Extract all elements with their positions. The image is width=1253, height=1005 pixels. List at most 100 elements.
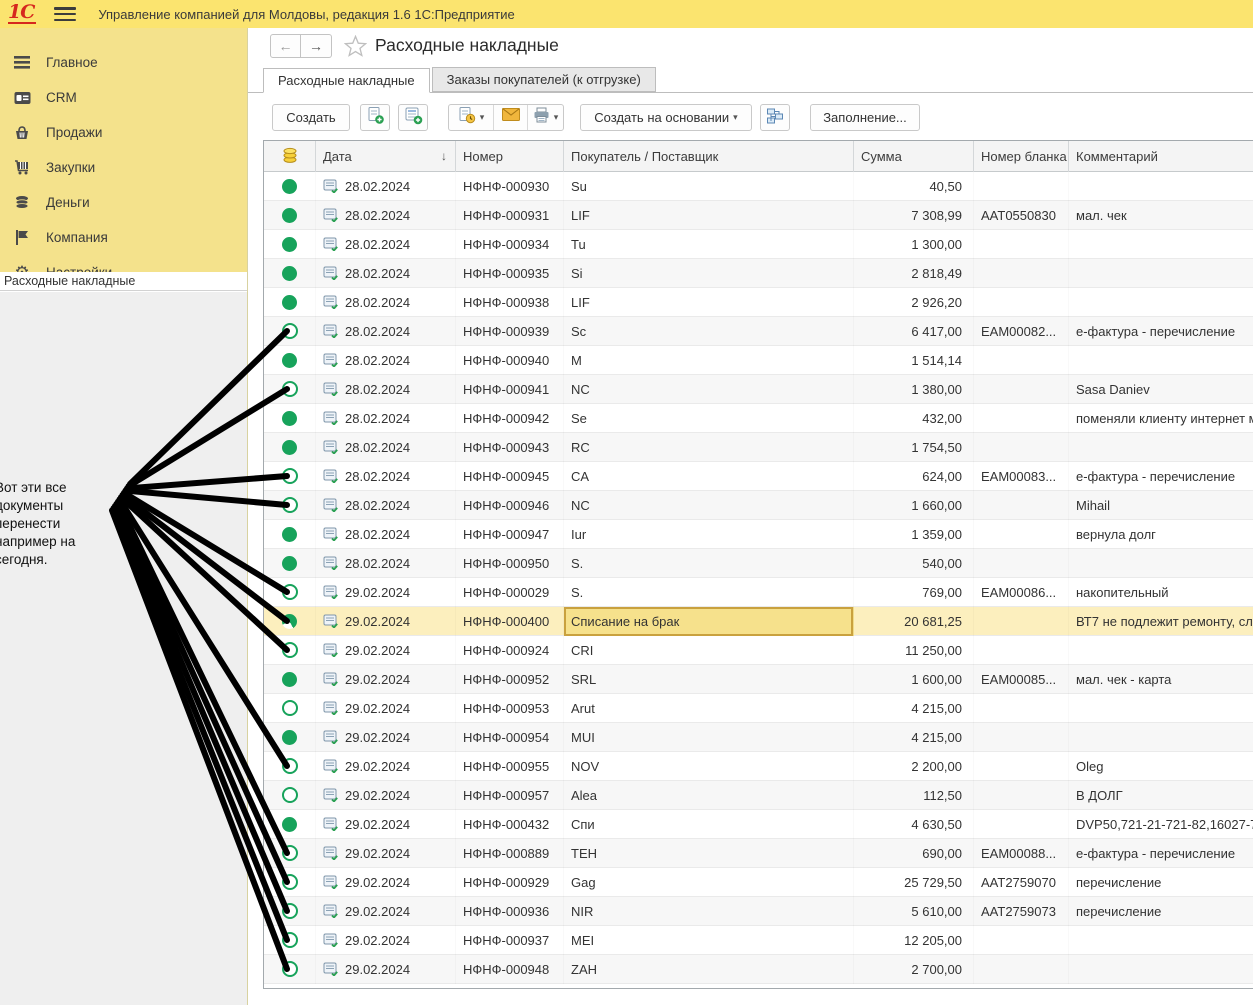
table-row[interactable]: 28.02.2024НФНФ-000940M1 514,14: [264, 346, 1253, 375]
create-group-button[interactable]: [398, 104, 428, 131]
send-email-button[interactable]: [493, 105, 527, 130]
buyer-cell: Si: [564, 259, 854, 288]
table-row[interactable]: 28.02.2024НФНФ-000950S.540,00: [264, 549, 1253, 578]
table-row[interactable]: 28.02.2024НФНФ-000931LIF7 308,99AAT05508…: [264, 201, 1253, 230]
header-comment[interactable]: Комментарий: [1069, 141, 1253, 172]
sum-cell: 2 700,00: [854, 955, 974, 984]
number-cell: НФНФ-000943: [456, 433, 564, 462]
copy-document-button[interactable]: [360, 104, 390, 131]
number-cell: НФНФ-000029: [456, 578, 564, 607]
buyer-cell: MEI: [564, 926, 854, 955]
back-button[interactable]: ←: [270, 34, 301, 58]
comment-cell: [1069, 433, 1253, 462]
header-sum[interactable]: Сумма: [854, 141, 974, 172]
document-icon: [323, 498, 339, 512]
number-cell: НФНФ-000945: [456, 462, 564, 491]
table-row[interactable]: 28.02.2024НФНФ-000942Se432,00поменяли кл…: [264, 404, 1253, 433]
sidebar-item-kompaniya[interactable]: Компания: [0, 220, 248, 255]
status-cell: [264, 607, 316, 636]
print-button[interactable]: ▾: [527, 105, 563, 130]
related-documents-button[interactable]: [760, 104, 790, 131]
number-cell: НФНФ-000889: [456, 839, 564, 868]
structure-icon: [766, 107, 784, 128]
create-button[interactable]: Создать: [272, 104, 350, 131]
table-row[interactable]: 29.02.2024НФНФ-000953Arut4 215,00: [264, 694, 1253, 723]
table-row[interactable]: 29.02.2024НФНФ-000948ZAHɜ2 700,00: [264, 955, 1253, 984]
document-icon: [323, 295, 339, 309]
sum-cell: 2 818,49: [854, 259, 974, 288]
table-row[interactable]: 29.02.2024НФНФ-000954MUI4 215,00: [264, 723, 1253, 752]
table-row[interactable]: 29.02.2024НФНФ-000432Спи4 630,50DVP50,72…: [264, 810, 1253, 839]
table-row[interactable]: 28.02.2024НФНФ-000941NC1 380,00Sasa Dani…: [264, 375, 1253, 404]
comment-cell: [1069, 549, 1253, 578]
table-row[interactable]: 29.02.2024НФНФ-000955NOV2 200,00Oleg: [264, 752, 1253, 781]
sidebar-item-glavnoe[interactable]: Главное: [0, 45, 248, 80]
header-date[interactable]: Дата ↓: [316, 141, 456, 172]
sum-cell: 4 215,00: [854, 723, 974, 752]
fill-button[interactable]: Заполнение...: [810, 104, 920, 131]
document-icon: [323, 382, 339, 396]
left-panel-background: [0, 292, 247, 1005]
open-window-item[interactable]: Расходные накладные: [0, 272, 247, 291]
table-row[interactable]: 28.02.2024НФНФ-000947Iur1 359,00вернула …: [264, 520, 1253, 549]
navigation-row: ← → Расходные накладные: [248, 28, 1253, 68]
table-row[interactable]: 28.02.2024НФНФ-000935Si2 818,49: [264, 259, 1253, 288]
tab-rashodnye-nakladnye[interactable]: Расходные накладные: [263, 68, 430, 93]
comment-cell: [1069, 259, 1253, 288]
status-cell: [264, 810, 316, 839]
postpone-document-button[interactable]: ▾: [449, 105, 493, 130]
blank-number-cell: [974, 810, 1069, 839]
main-menu-icon[interactable]: [54, 7, 76, 21]
buyer-cell: Su: [564, 172, 854, 201]
sum-cell: 7 308,99: [854, 201, 974, 230]
document-icon: [323, 643, 339, 657]
table-row[interactable]: 29.02.2024НФНФ-000924CRI11 250,00: [264, 636, 1253, 665]
table-row[interactable]: 29.02.2024НФНФ-000952SRL1 600,00EAM00085…: [264, 665, 1253, 694]
table-row[interactable]: 28.02.2024НФНФ-000938LIF2 926,20: [264, 288, 1253, 317]
sidebar-item-prodazhi[interactable]: Продажи: [0, 115, 248, 150]
table-row[interactable]: 29.02.2024НФНФ-000400Списание на брак20 …: [264, 607, 1253, 636]
header-number[interactable]: Номер: [456, 141, 564, 172]
buyer-cell: CRI: [564, 636, 854, 665]
posted-status-icon: [282, 179, 297, 194]
date-cell: 29.02.2024: [316, 781, 456, 810]
table-row[interactable]: 29.02.2024НФНФ-000029S.769,00EAM00086...…: [264, 578, 1253, 607]
posted-status-icon: [282, 208, 297, 223]
sidebar-item-zakupki[interactable]: Закупки: [0, 150, 248, 185]
envelope-icon: [502, 108, 520, 126]
document-icon: [323, 440, 339, 454]
number-cell: НФНФ-000936: [456, 897, 564, 926]
sum-cell: 11 250,00: [854, 636, 974, 665]
table-row[interactable]: 29.02.2024НФНФ-000889TEH690,00EAM00088..…: [264, 839, 1253, 868]
table-row[interactable]: 29.02.2024НФНФ-000936NIR5 610,00AAT27590…: [264, 897, 1253, 926]
tab-zakazy-pokupateley[interactable]: Заказы покупателей (к отгрузке): [432, 67, 656, 92]
status-cell: [264, 346, 316, 375]
sidebar-item-crm[interactable]: CRM: [0, 80, 248, 115]
sum-cell: 40,50: [854, 172, 974, 201]
table-row[interactable]: 28.02.2024НФНФ-000943RC1 754,50: [264, 433, 1253, 462]
status-cell: [264, 781, 316, 810]
table-row[interactable]: 28.02.2024НФНФ-000930Su40,50: [264, 172, 1253, 201]
forward-button[interactable]: →: [301, 34, 332, 58]
create-based-on-button[interactable]: Создать на основании ▾: [580, 104, 752, 131]
status-cell: [264, 288, 316, 317]
table-row[interactable]: 29.02.2024НФНФ-000937MEI12 205,00: [264, 926, 1253, 955]
table-row[interactable]: 29.02.2024НФНФ-000957Alea112,50В ДОЛГ: [264, 781, 1253, 810]
table-row[interactable]: 28.02.2024НФНФ-000946NC1 660,00Mihail: [264, 491, 1253, 520]
status-cell: [264, 375, 316, 404]
blank-number-cell: [974, 259, 1069, 288]
favorite-star-icon[interactable]: [344, 35, 367, 62]
header-posted-column[interactable]: [264, 141, 316, 172]
sidebar-item-dengi[interactable]: Деньги: [0, 185, 248, 220]
date-cell: 29.02.2024: [316, 868, 456, 897]
table-row[interactable]: 29.02.2024НФНФ-000929Gag25 729,50AAT2759…: [264, 868, 1253, 897]
table-row[interactable]: 28.02.2024НФНФ-000939Sc6 417,00EAM00082.…: [264, 317, 1253, 346]
posted-status-icon: [282, 614, 297, 629]
header-blank-number[interactable]: Номер бланка: [974, 141, 1069, 172]
date-cell: 28.02.2024: [316, 375, 456, 404]
table-row[interactable]: 28.02.2024НФНФ-000934Tu1 300,00: [264, 230, 1253, 259]
number-cell: НФНФ-000955: [456, 752, 564, 781]
posted-status-icon: [282, 817, 297, 832]
table-row[interactable]: 28.02.2024НФНФ-000945CA624,00EAM00083...…: [264, 462, 1253, 491]
header-buyer[interactable]: Покупатель / Поставщик: [564, 141, 854, 172]
